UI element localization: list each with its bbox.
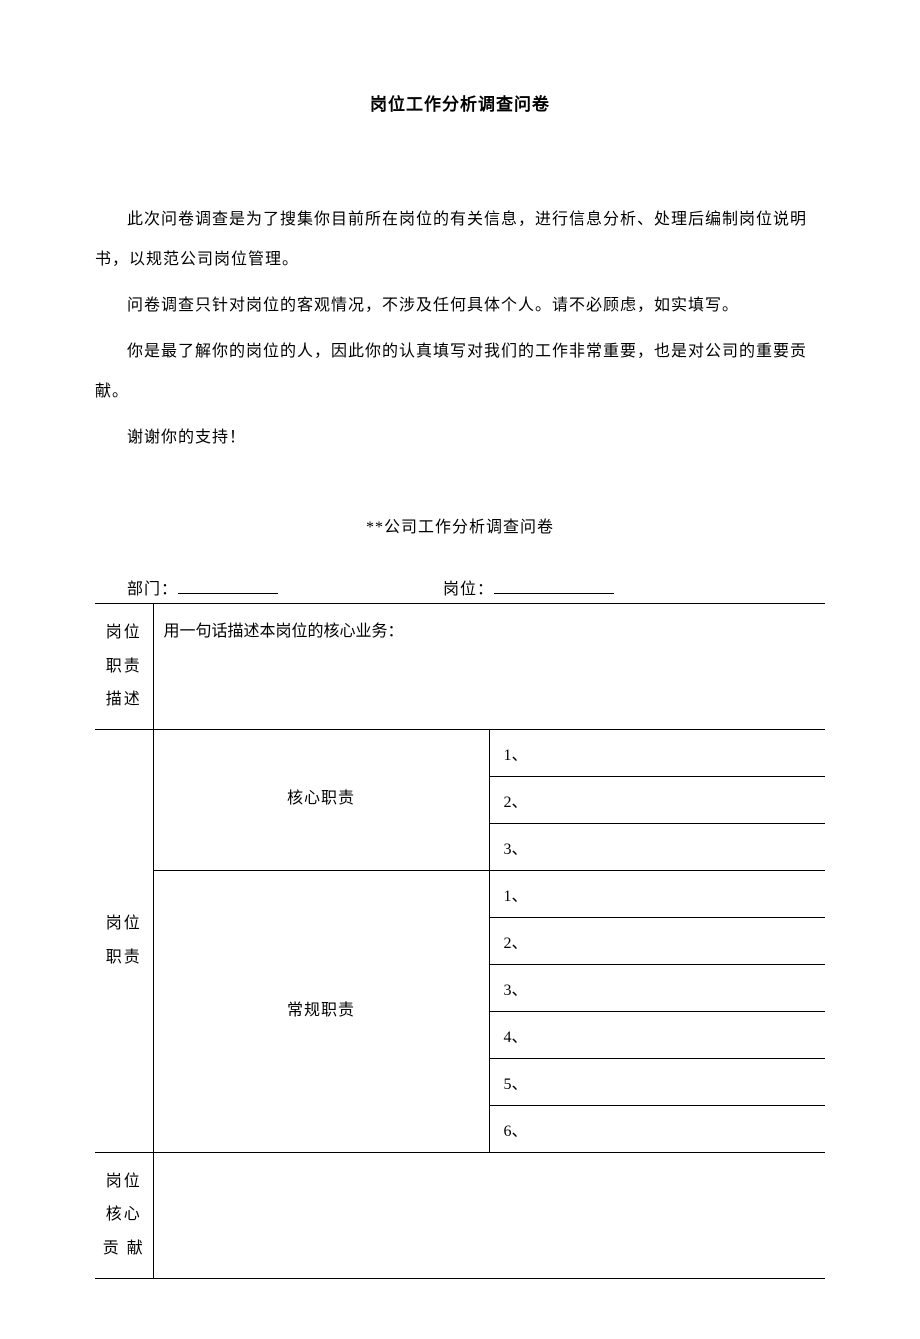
intro-paragraph-2: 问卷调查只针对岗位的客观情况，不涉及任何具体个人。请不必顾虑，如实填写。: [95, 286, 825, 326]
contrib-line-3: 贡 献: [103, 1240, 145, 1257]
routine-duty-1[interactable]: 1、: [489, 870, 825, 917]
position-input-line[interactable]: [494, 576, 614, 594]
questionnaire-table: 岗位职责描述 用一句话描述本岗位的核心业务： 岗位职责 核心职责 1、 2、 3…: [95, 603, 825, 1279]
core-duty-1[interactable]: 1、: [489, 729, 825, 776]
routine-duty-4[interactable]: 4、: [489, 1011, 825, 1058]
core-duty-3[interactable]: 3、: [489, 823, 825, 870]
position-field: 岗位：: [443, 575, 614, 599]
row-label-duties: 岗位职责: [95, 729, 153, 1152]
description-content[interactable]: 用一句话描述本岗位的核心业务：: [153, 604, 825, 730]
contribution-content[interactable]: [153, 1152, 825, 1278]
row-label-contribution: 岗位 核心 贡 献: [95, 1152, 153, 1278]
routine-duty-2[interactable]: 2、: [489, 917, 825, 964]
intro-paragraph-3: 你是最了解你的岗位的人，因此你的认真填写对我们的工作非常重要，也是对公司的重要贡…: [95, 332, 825, 412]
department-field: 部门：: [127, 575, 278, 599]
contrib-line-2: 核心: [106, 1206, 142, 1223]
intro-block: 此次问卷调查是为了搜集你目前所在岗位的有关信息，进行信息分析、处理后编制岗位说明…: [95, 200, 825, 458]
position-label: 岗位：: [443, 575, 494, 599]
sub-label-routine: 常规职责: [153, 870, 489, 1152]
core-duty-2[interactable]: 2、: [489, 776, 825, 823]
contrib-line-1: 岗位: [106, 1173, 142, 1190]
row-label-description: 岗位职责描述: [95, 604, 153, 730]
department-label: 部门：: [127, 575, 178, 599]
routine-duty-5[interactable]: 5、: [489, 1058, 825, 1105]
fields-row: 部门： 岗位：: [95, 575, 825, 599]
routine-duty-3[interactable]: 3、: [489, 964, 825, 1011]
intro-paragraph-4: 谢谢你的支持！: [95, 418, 825, 458]
routine-duty-6[interactable]: 6、: [489, 1105, 825, 1152]
subtitle: **公司工作分析调查问卷: [95, 513, 825, 537]
department-input-line[interactable]: [178, 576, 278, 594]
document-title: 岗位工作分析调查问卷: [95, 90, 825, 115]
sub-label-core: 核心职责: [153, 729, 489, 870]
intro-paragraph-1: 此次问卷调查是为了搜集你目前所在岗位的有关信息，进行信息分析、处理后编制岗位说明…: [95, 200, 825, 280]
